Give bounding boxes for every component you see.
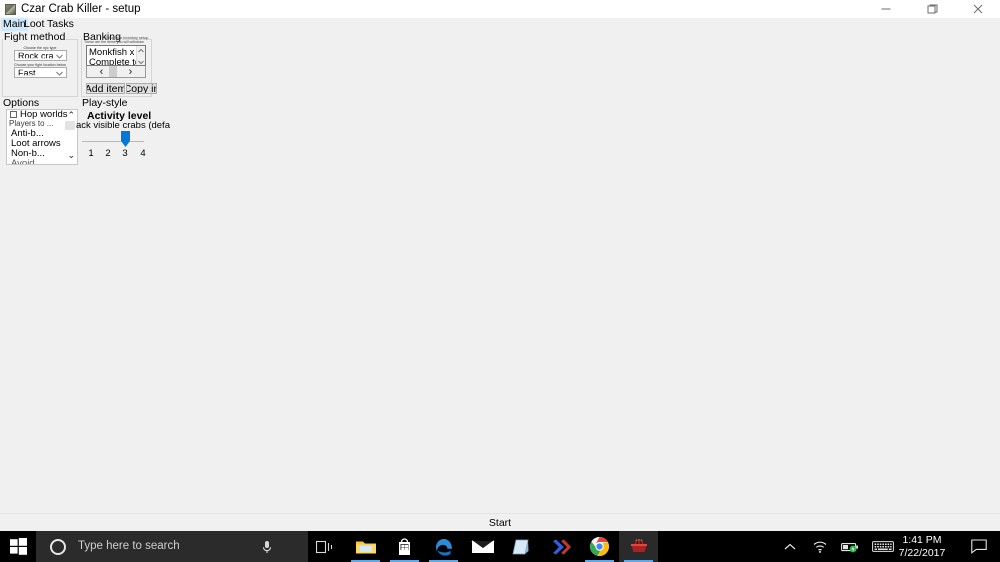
- search-box[interactable]: Type here to search: [36, 531, 308, 562]
- chevron-down-icon: [56, 51, 63, 60]
- menu-bar: Main Loot Tasks: [0, 18, 1000, 31]
- hop-worlds-checkbox[interactable]: [10, 111, 17, 118]
- task-view-icon: [316, 540, 333, 553]
- app-icon: [5, 4, 16, 15]
- start-button[interactable]: Start: [0, 513, 1000, 531]
- maximize-button[interactable]: [909, 0, 954, 18]
- taskbar-icon-file-explorer[interactable]: [346, 531, 385, 562]
- file-explorer-icon: [355, 541, 376, 553]
- google-chrome-icon: [590, 537, 609, 556]
- action-center-icon: [971, 539, 987, 554]
- taskbar-icon-microsoft-edge[interactable]: [424, 531, 463, 562]
- scroll-down-icon[interactable]: [137, 57, 145, 65]
- action-center-button[interactable]: [960, 531, 998, 562]
- start-button-windows[interactable]: [0, 531, 36, 562]
- activity-slider-track[interactable]: [82, 141, 144, 142]
- clock-date: 7/22/2017: [898, 546, 946, 559]
- task-view-button[interactable]: [308, 531, 342, 562]
- playstyle-description: ack visible crabs (defa: [76, 120, 170, 131]
- taskbar-icon-google-chrome[interactable]: [580, 531, 619, 562]
- slider-tick-3[interactable]: 3: [120, 148, 130, 159]
- taskbar-icon-mail[interactable]: [463, 531, 502, 562]
- microphone-icon[interactable]: [260, 531, 274, 562]
- slider-tick-4[interactable]: 4: [138, 148, 148, 159]
- playstyle-title: Play-style: [81, 97, 129, 109]
- chevron-down-icon: [56, 68, 63, 77]
- close-button[interactable]: [955, 0, 1000, 18]
- sticky-notes-icon: [512, 539, 528, 554]
- chevron-up-icon: [784, 543, 796, 549]
- copy-inventory-button[interactable]: Copy in: [126, 83, 157, 94]
- slider-tick-2[interactable]: 2: [103, 148, 113, 159]
- app-window: Czar Crab Killer - setup Main Loot Tasks…: [0, 0, 1000, 531]
- fight-location-value: Fast: [18, 67, 36, 78]
- npc-type-value: Rock cra: [18, 50, 54, 61]
- slider-tick-1[interactable]: 1: [86, 148, 96, 159]
- desktop: Czar Crab Killer - setup Main Loot Tasks…: [0, 0, 1000, 562]
- taskbar-icon-runescape[interactable]: [619, 531, 658, 562]
- wifi-icon: [813, 541, 827, 553]
- minimize-button[interactable]: [863, 0, 908, 18]
- taskbar-icon-microsoft-store[interactable]: [385, 531, 424, 562]
- clock[interactable]: 1:41 PM 7/22/2017: [886, 531, 958, 562]
- prev-item-button[interactable]: ‹: [87, 66, 116, 78]
- clock-time: 1:41 PM: [902, 533, 942, 546]
- taskbar-icon-sticky-notes[interactable]: [502, 531, 541, 562]
- search-input[interactable]: Type here to search: [78, 531, 180, 562]
- mail-icon: [471, 540, 494, 553]
- next-item-button[interactable]: ›: [116, 66, 145, 78]
- taskbar: Type here to search 1:41 PM 7/22/2017: [0, 531, 1000, 562]
- minimize-icon: [881, 8, 890, 10]
- title-bar[interactable]: Czar Crab Killer - setup: [0, 0, 1000, 19]
- add-item-button[interactable]: Add item: [86, 83, 125, 94]
- window-title: Czar Crab Killer - setup: [21, 3, 141, 15]
- close-icon: [973, 4, 982, 14]
- option-row-avoid[interactable]: Avoid...: [7, 159, 77, 165]
- window-client-area: Fight method Choose the npc type Rock cr…: [0, 31, 1000, 514]
- banking-nav-bar[interactable]: ‹ ›: [86, 66, 146, 78]
- restore-icon: [927, 4, 937, 14]
- show-hidden-icons-button[interactable]: [776, 531, 804, 562]
- activity-slider-thumb[interactable]: [121, 131, 130, 147]
- banking-items-listbox[interactable]: Monkfish x 2 Complete tele: [86, 45, 146, 66]
- visual-studio-icon: [552, 539, 571, 554]
- options-title: Options: [2, 97, 41, 109]
- microsoft-edge-icon: [435, 538, 452, 556]
- runescape-icon: [630, 538, 647, 552]
- playstyle-swatch: [65, 121, 75, 130]
- menu-item-tasks[interactable]: Tasks: [45, 18, 76, 31]
- windows-logo-icon: [9, 538, 27, 555]
- cortana-circle-icon[interactable]: [50, 539, 66, 555]
- options-list[interactable]: Hop worlds ⌃ Players to ... Anti-b... Lo…: [6, 109, 78, 165]
- battery-charging-icon: [841, 542, 858, 552]
- battery-button[interactable]: [836, 531, 864, 562]
- microsoft-store-icon: [399, 538, 410, 555]
- scroll-up-icon[interactable]: [137, 46, 145, 54]
- listbox-scrollbar[interactable]: [136, 46, 145, 65]
- fight-location-combobox[interactable]: Fast: [14, 67, 67, 78]
- banking-subtitle-line2: These are the items you will withdraw: [84, 40, 144, 44]
- option-label: Avoid...: [11, 158, 43, 165]
- fight-method-title: Fight method: [3, 31, 67, 43]
- npc-type-combobox[interactable]: Rock cra: [14, 50, 67, 61]
- network-button[interactable]: [806, 531, 834, 562]
- menu-item-loot[interactable]: Loot: [22, 18, 46, 31]
- taskbar-icon-visual-studio[interactable]: [541, 531, 580, 562]
